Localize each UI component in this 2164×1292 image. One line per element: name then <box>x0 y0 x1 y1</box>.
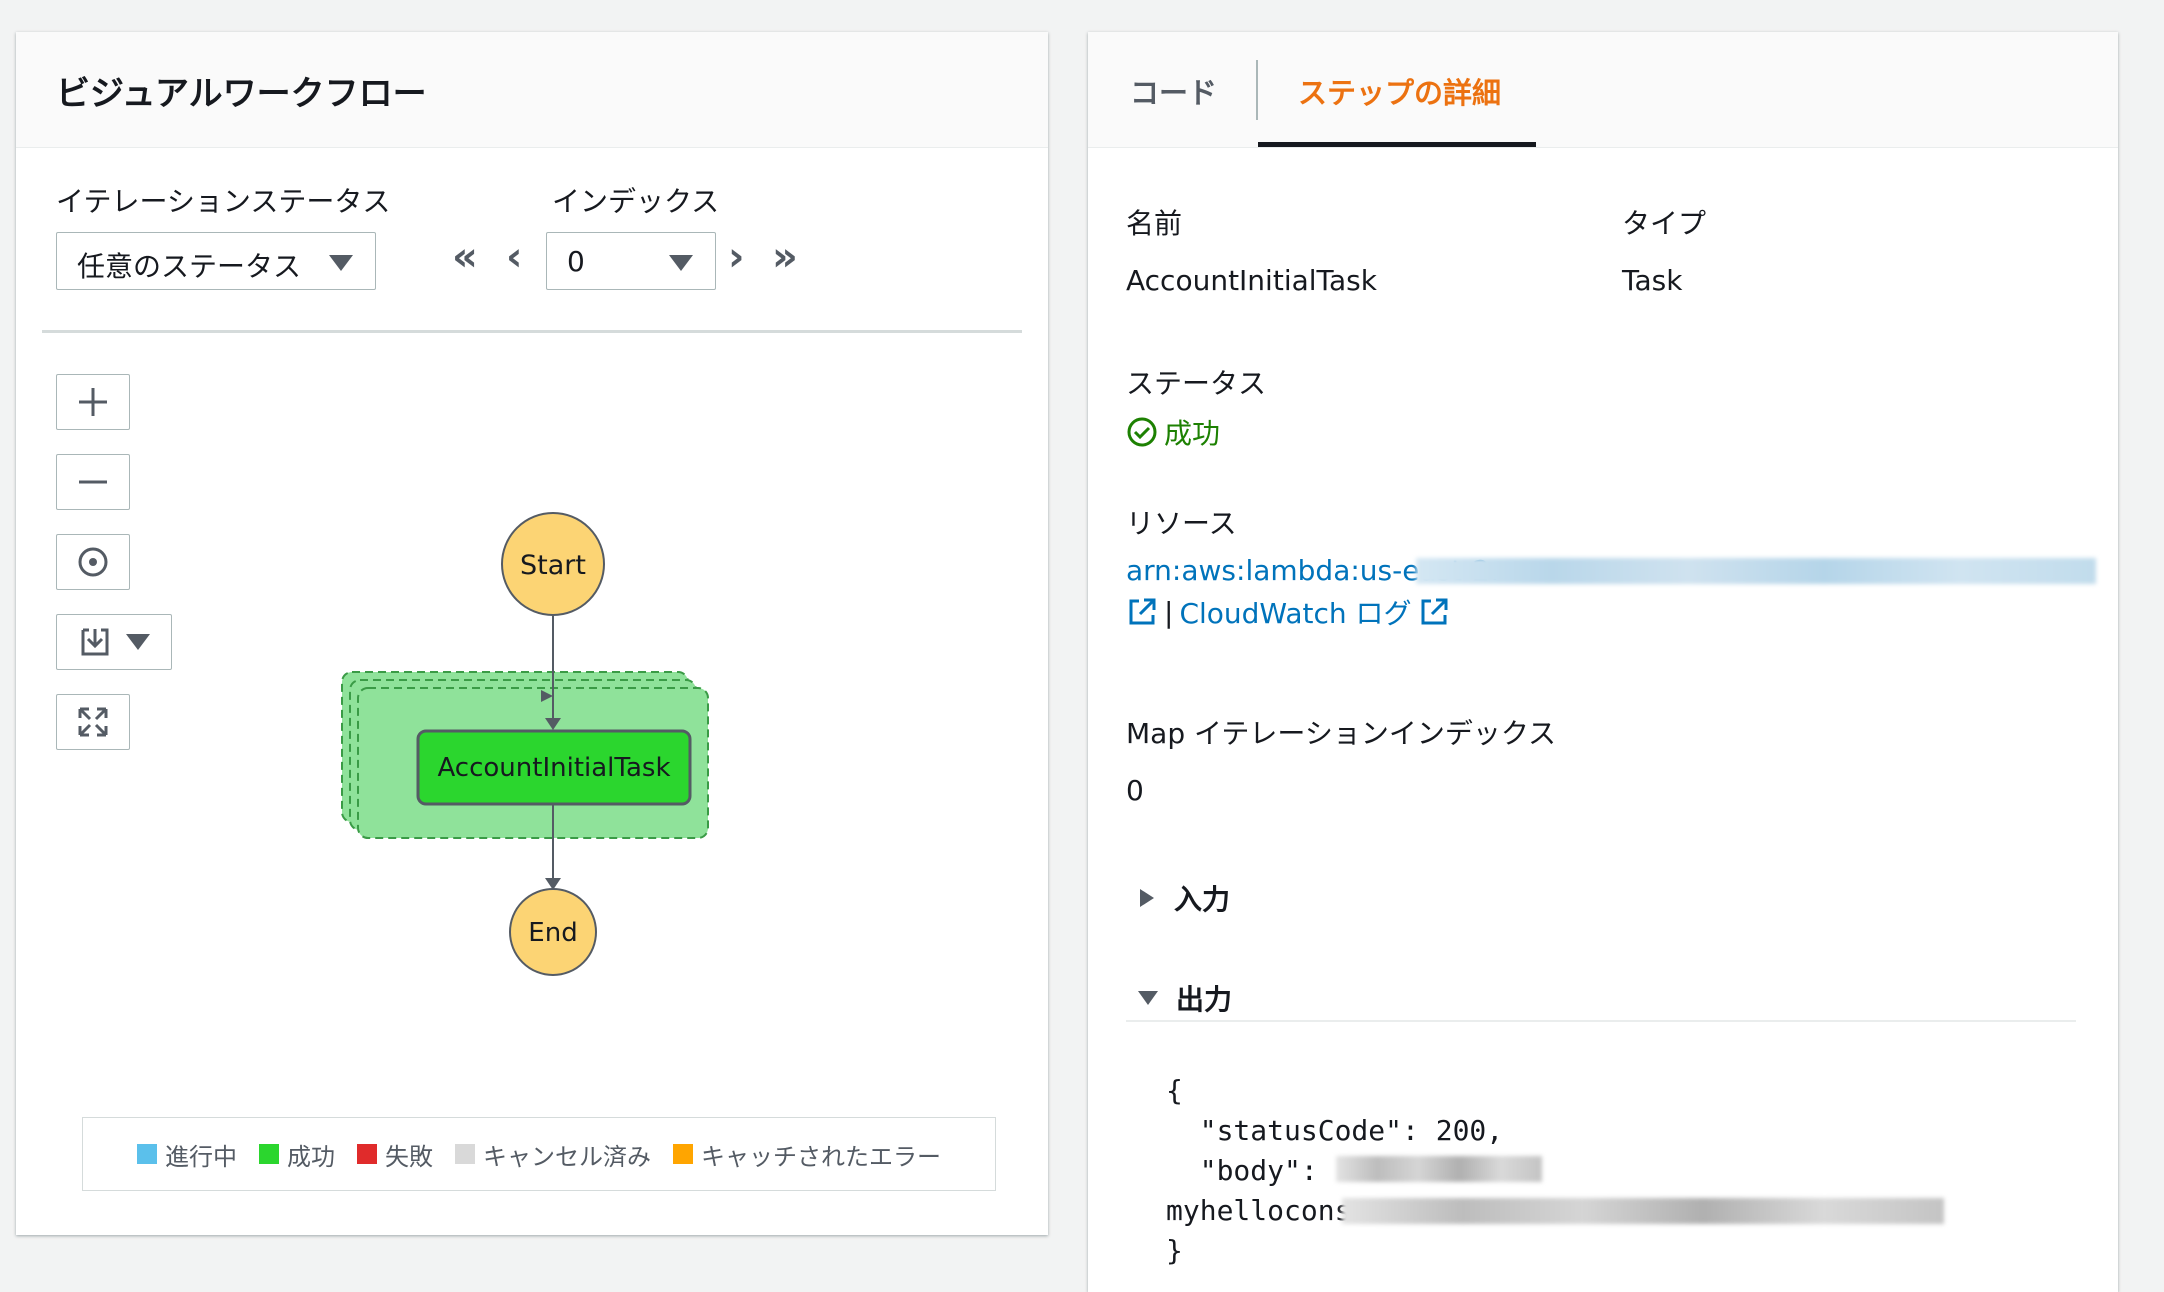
iteration-status-select[interactable]: 任意のステータス <box>56 232 376 290</box>
check-circle-icon <box>1127 417 1157 447</box>
next-page-icon[interactable]: › <box>728 234 744 280</box>
status-label: ステータス <box>1126 367 1267 400</box>
zoom-in-button[interactable] <box>56 374 130 430</box>
legend-cancelled: キャンセル済み <box>455 1137 651 1172</box>
output-divider <box>1126 1020 2076 1022</box>
map-index-label: Map イテレーションインデックス <box>1126 717 1557 750</box>
tab-bar: コード ステップの詳細 <box>1088 32 2118 148</box>
toolbar-divider <box>42 330 1022 333</box>
cloudwatch-logs-link[interactable]: CloudWatch ログ <box>1179 592 1411 632</box>
center-button[interactable] <box>56 534 130 590</box>
caret-down-icon <box>1138 991 1158 1005</box>
task-node-label: AccountInitialTask <box>437 753 670 783</box>
input-expander[interactable]: 入力 <box>1138 878 1230 918</box>
fit-view-button[interactable] <box>56 694 130 750</box>
prev-page-icon[interactable]: ‹ <box>506 234 522 280</box>
status-value: 成功 <box>1164 417 1221 450</box>
tab-code[interactable]: コード <box>1130 70 1217 112</box>
resource-links-row: | CloudWatch ログ <box>1126 592 1450 632</box>
tab-separator <box>1256 60 1258 120</box>
output-line-3: "body": <box>1166 1154 1335 1187</box>
output-label: 出力 <box>1176 983 1233 1016</box>
workflow-graph: Start AccountInitialTask End <box>341 512 709 976</box>
expand-icon <box>78 707 108 737</box>
legend-failed: 失敗 <box>357 1137 433 1172</box>
redacted-body-continued <box>1342 1198 1944 1224</box>
legend-in-progress: 進行中 <box>137 1137 237 1172</box>
status-badge: 成功 <box>1126 412 1220 452</box>
caret-right-icon <box>1140 889 1154 907</box>
type-value: Task <box>1622 264 1683 297</box>
panel-title: ビジュアルワークフロー <box>56 74 427 114</box>
index-value: 0 <box>567 245 585 278</box>
index-label: インデックス <box>552 185 720 218</box>
end-node-label: End <box>528 918 577 948</box>
minus-icon <box>79 480 107 484</box>
output-line-4: myhellocons <box>1166 1194 1352 1227</box>
export-button[interactable] <box>56 614 172 670</box>
zoom-out-button[interactable] <box>56 454 130 510</box>
last-page-icon[interactable]: » <box>772 234 798 280</box>
visual-workflow-panel: ビジュアルワークフロー イテレーションステータス 任意のステータス インデックス… <box>16 32 1048 1235</box>
legend-caught-error: キャッチされたエラー <box>673 1137 941 1172</box>
map-index-value: 0 <box>1126 774 1144 807</box>
index-select[interactable]: 0 <box>546 232 716 290</box>
iteration-status-value: 任意のステータス <box>77 250 302 283</box>
output-line-2: "statusCode": 200, <box>1166 1114 1504 1147</box>
iteration-status-label: イテレーションステータス <box>56 185 391 218</box>
legend-succeeded: 成功 <box>259 1137 335 1172</box>
step-details-panel: コード ステップの詳細 名前 AccountInitialTask タイプ Ta… <box>1088 32 2118 1292</box>
start-node-label: Start <box>520 550 586 581</box>
redacted-body <box>1336 1156 1542 1182</box>
external-link-icon[interactable] <box>1418 596 1450 628</box>
input-label: 入力 <box>1174 883 1231 916</box>
panel-header: ビジュアルワークフロー <box>16 32 1048 148</box>
caret-down-icon <box>126 634 150 650</box>
type-label: タイプ <box>1622 207 1707 240</box>
name-value: AccountInitialTask <box>1126 264 1377 297</box>
external-link-icon[interactable] <box>1126 596 1158 628</box>
caret-down-icon <box>669 255 693 271</box>
caret-down-icon <box>329 255 353 271</box>
name-label: 名前 <box>1126 207 1183 240</box>
resource-label: リソース <box>1126 507 1237 540</box>
plus-icon <box>79 388 107 416</box>
first-page-icon[interactable]: « <box>452 234 478 280</box>
link-separator: | <box>1164 595 1174 629</box>
output-line-1: { <box>1166 1074 1183 1107</box>
target-icon <box>78 547 108 577</box>
active-tab-indicator <box>1258 142 1536 147</box>
redacted-arn <box>1416 558 2096 584</box>
tab-step-details[interactable]: ステップの詳細 <box>1298 70 1501 112</box>
download-icon <box>81 628 109 656</box>
output-line-5: } <box>1166 1234 1183 1267</box>
output-expander[interactable]: 出力 <box>1136 978 1232 1018</box>
status-legend: 進行中 成功 失敗 キャンセル済み キャッチされたエラー <box>82 1117 996 1191</box>
